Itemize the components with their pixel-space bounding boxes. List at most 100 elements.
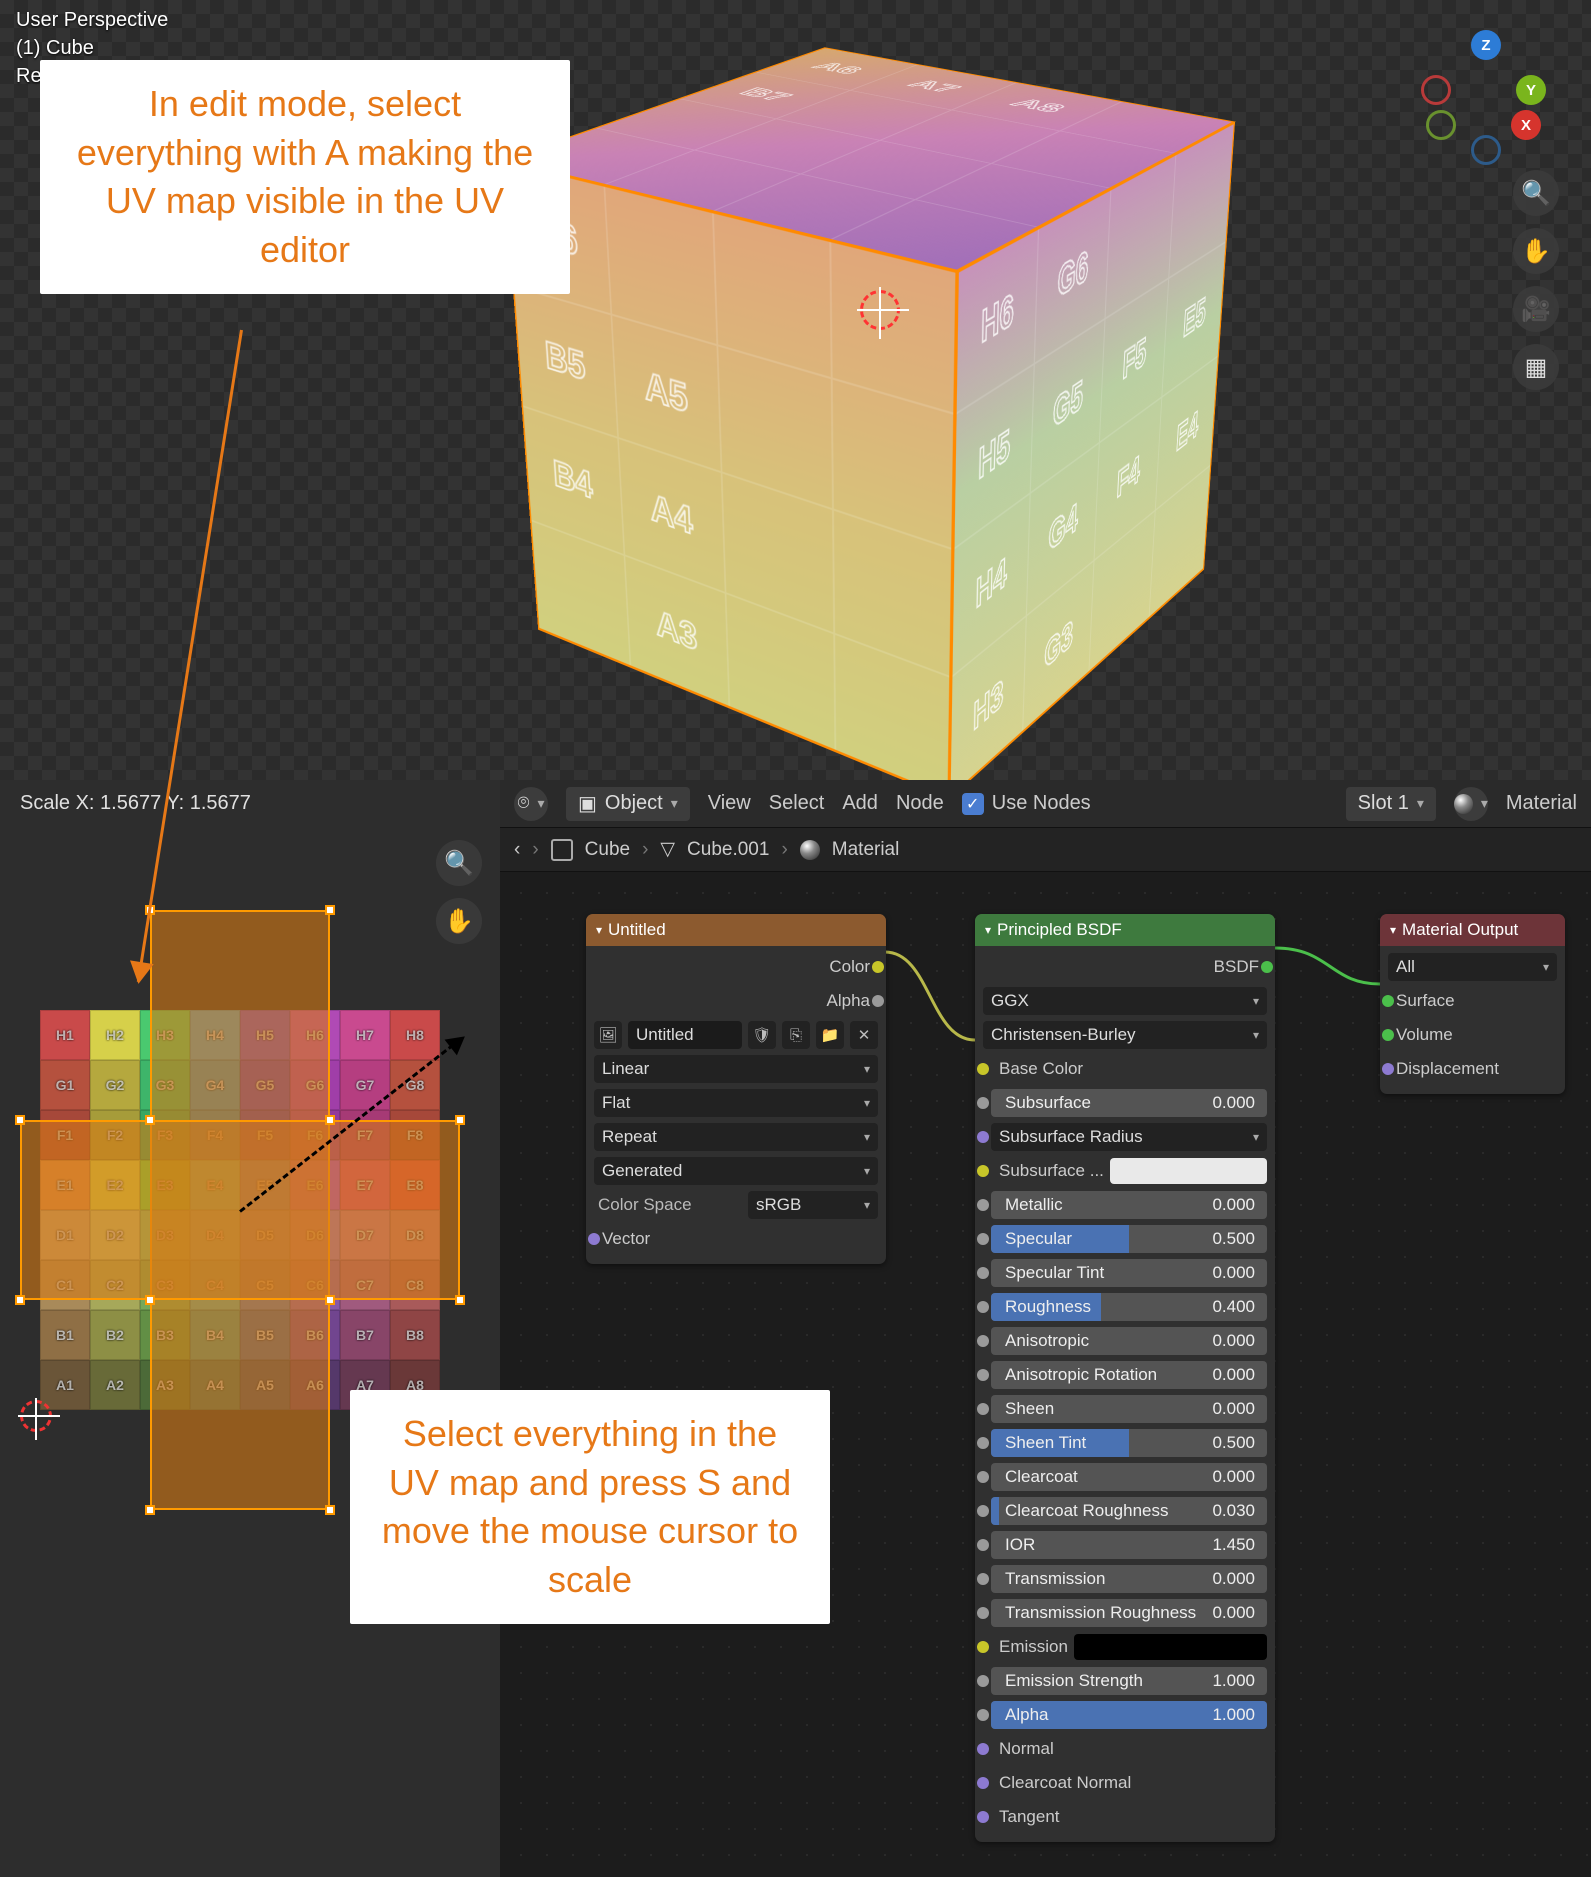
open-image-button[interactable]: 📁 [816, 1021, 844, 1049]
uv-handle[interactable] [145, 1115, 155, 1125]
unlink-image-button[interactable]: ✕ [850, 1021, 878, 1049]
bsdf-input-row[interactable]: Emission Strength1.000 [983, 1666, 1267, 1696]
value-slider[interactable]: IOR1.450 [991, 1531, 1267, 1559]
bsdf-input-row[interactable]: Emission [983, 1632, 1267, 1662]
zoom-icon[interactable]: 🔍 [436, 840, 482, 886]
value-slider[interactable]: Anisotropic0.000 [991, 1327, 1267, 1355]
socket-in-float[interactable] [977, 1539, 989, 1551]
output-color[interactable]: Color [594, 952, 878, 982]
bsdf-input-row[interactable]: Roughness0.400 [983, 1292, 1267, 1322]
node-image-texture[interactable]: ▾Untitled Color Alpha 🖼 Untitled 🛡 ⎘ 📁 [586, 914, 886, 1264]
zoom-icon[interactable]: 🔍 [1513, 170, 1559, 216]
gizmo-axis-x[interactable]: X [1511, 110, 1541, 140]
socket-in-color[interactable] [977, 1063, 989, 1075]
bsdf-input-row[interactable]: Clearcoat Roughness0.030 [983, 1496, 1267, 1526]
breadcrumb-material[interactable]: Material [832, 839, 900, 861]
menu-view[interactable]: View [708, 792, 751, 815]
uv-handle[interactable] [15, 1115, 25, 1125]
socket-in-float[interactable] [977, 1573, 989, 1585]
bsdf-input-row[interactable]: Anisotropic0.000 [983, 1326, 1267, 1356]
node-header[interactable]: ▾Material Output [1380, 914, 1565, 946]
distribution-dropdown[interactable]: GGX▾ [983, 987, 1267, 1015]
color-swatch[interactable] [1110, 1158, 1267, 1184]
camera-icon[interactable]: 🎥 [1513, 286, 1559, 332]
node-header[interactable]: ▾Untitled [586, 914, 886, 946]
bsdf-input-row[interactable]: Transmission0.000 [983, 1564, 1267, 1594]
uv-handle[interactable] [325, 905, 335, 915]
sss-method-dropdown[interactable]: Christensen-Burley▾ [983, 1021, 1267, 1049]
uv-handle[interactable] [455, 1115, 465, 1125]
bsdf-input-row[interactable]: Tangent [983, 1802, 1267, 1832]
bsdf-input-row[interactable]: Clearcoat0.000 [983, 1462, 1267, 1492]
value-slider[interactable]: Alpha1.000 [991, 1701, 1267, 1729]
value-slider[interactable]: Transmission Roughness0.000 [991, 1599, 1267, 1627]
bsdf-input-row[interactable]: Sheen0.000 [983, 1394, 1267, 1424]
socket-in-float[interactable] [977, 1709, 989, 1721]
uv-handle[interactable] [145, 1295, 155, 1305]
breadcrumb-object[interactable]: Cube [585, 839, 630, 861]
uv-handle[interactable] [325, 1505, 335, 1515]
gizmo-neg-x[interactable] [1421, 75, 1451, 105]
menu-node[interactable]: Node [896, 792, 944, 815]
node-material-output[interactable]: ▾Material Output All▾ Surface Volume Dis… [1380, 914, 1565, 1094]
output-alpha[interactable]: Alpha [594, 986, 878, 1016]
fake-user-button[interactable]: 🛡 [748, 1021, 776, 1049]
object-mode-dropdown[interactable]: ▣ Object ▾ [566, 787, 690, 821]
input-surface[interactable]: Surface [1388, 986, 1557, 1016]
socket-in-surface[interactable] [1382, 995, 1394, 1007]
value-slider[interactable]: Sheen Tint0.500 [991, 1429, 1267, 1457]
value-slider[interactable]: Specular0.500 [991, 1225, 1267, 1253]
socket-out-bsdf[interactable] [1261, 961, 1273, 973]
bsdf-input-row[interactable]: Specular Tint0.000 [983, 1258, 1267, 1288]
socket-in-float[interactable] [977, 1097, 989, 1109]
bsdf-input-row[interactable]: Anisotropic Rotation0.000 [983, 1360, 1267, 1390]
color-space-dropdown[interactable]: sRGB▾ [748, 1191, 878, 1219]
bsdf-input-row[interactable]: Base Color [983, 1054, 1267, 1084]
socket-in-volume[interactable] [1382, 1029, 1394, 1041]
bsdf-input-row[interactable]: Metallic0.000 [983, 1190, 1267, 1220]
socket-in-float[interactable] [977, 1233, 989, 1245]
bsdf-input-row[interactable]: Clearcoat Normal [983, 1768, 1267, 1798]
value-slider[interactable]: Transmission0.000 [991, 1565, 1267, 1593]
value-slider[interactable]: Metallic0.000 [991, 1191, 1267, 1219]
menu-select[interactable]: Select [769, 792, 825, 815]
socket-in-float[interactable] [977, 1403, 989, 1415]
nav-back-icon[interactable]: ‹ [514, 839, 520, 861]
new-image-button[interactable]: ⎘ [782, 1021, 810, 1049]
shader-node-editor[interactable]: ⌾▾ ▣ Object ▾ View Select Add Node ✓ Use… [500, 780, 1591, 1877]
bsdf-input-row[interactable]: Normal [983, 1734, 1267, 1764]
socket-in-color[interactable] [977, 1165, 989, 1177]
socket-in-color[interactable] [977, 1641, 989, 1653]
bsdf-input-row[interactable]: Sheen Tint0.500 [983, 1428, 1267, 1458]
socket-in-float[interactable] [977, 1505, 989, 1517]
bsdf-input-row[interactable]: IOR1.450 [983, 1530, 1267, 1560]
material-slot-dropdown[interactable]: Slot 1▾ [1346, 787, 1436, 821]
gizmo-neg-y[interactable] [1426, 110, 1456, 140]
bsdf-input-row[interactable]: Alpha1.000 [983, 1700, 1267, 1730]
socket-in-vector[interactable] [977, 1131, 989, 1143]
value-slider[interactable]: Clearcoat0.000 [991, 1463, 1267, 1491]
uv-handle[interactable] [145, 1505, 155, 1515]
uv-handle[interactable] [325, 1295, 335, 1305]
value-slider[interactable]: Clearcoat Roughness0.030 [991, 1497, 1267, 1525]
projection-dropdown[interactable]: Flat▾ [594, 1089, 878, 1117]
input-vector[interactable]: Vector [594, 1224, 878, 1254]
uv-canvas[interactable]: H1H2H3H4H5H6H7H8G1G2G3G4G5G6G7G8F1F2F3F4… [40, 1010, 440, 1410]
socket-in-vector[interactable] [977, 1811, 989, 1823]
node-header[interactable]: ▾Principled BSDF [975, 914, 1275, 946]
value-slider[interactable]: Subsurface0.000 [991, 1089, 1267, 1117]
image-browse-button[interactable]: 🖼 [594, 1021, 622, 1049]
socket-in-float[interactable] [977, 1437, 989, 1449]
bsdf-input-row[interactable]: Subsurface0.000 [983, 1088, 1267, 1118]
gizmo-neg-z[interactable] [1471, 135, 1501, 165]
input-volume[interactable]: Volume [1388, 1020, 1557, 1050]
bsdf-input-row[interactable]: Transmission Roughness0.000 [983, 1598, 1267, 1628]
socket-in-vector[interactable] [977, 1777, 989, 1789]
socket-out-alpha[interactable] [872, 995, 884, 1007]
pan-icon[interactable]: ✋ [1513, 228, 1559, 274]
socket-in-vector[interactable] [977, 1743, 989, 1755]
breadcrumb-mesh[interactable]: Cube.001 [687, 839, 769, 861]
pan-icon[interactable]: ✋ [436, 898, 482, 944]
color-swatch[interactable] [1074, 1634, 1267, 1660]
menu-add[interactable]: Add [842, 792, 878, 815]
